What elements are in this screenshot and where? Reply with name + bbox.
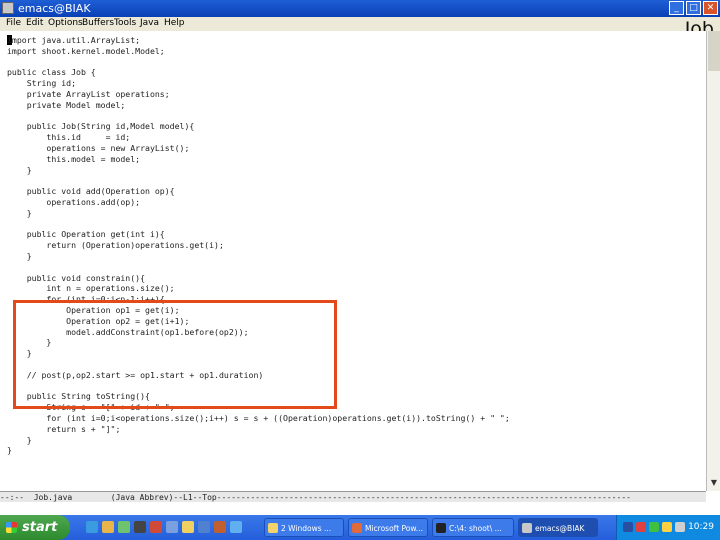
code-line: } bbox=[7, 207, 32, 218]
system-tray: 10:29 bbox=[616, 515, 720, 540]
window-title: emacs@BIAK bbox=[18, 2, 91, 15]
taskbar-item-windows[interactable]: 2 Windows ... bbox=[264, 518, 344, 537]
menu-java[interactable]: Java bbox=[140, 18, 159, 28]
app-quicklaunch-icon[interactable] bbox=[150, 521, 162, 533]
menu-tools[interactable]: Tools bbox=[114, 18, 136, 28]
code-line: String id; bbox=[7, 78, 77, 89]
minibuffer[interactable] bbox=[0, 502, 720, 514]
menu-buffers[interactable]: Buffers bbox=[82, 18, 114, 28]
menu-options[interactable]: Options bbox=[48, 18, 83, 28]
console-icon bbox=[436, 523, 446, 533]
close-button[interactable]: ✕ bbox=[703, 1, 718, 15]
code-line: public Job(String id,Model model){ bbox=[7, 121, 195, 132]
code-line: import shoot.kernel.model.Model; bbox=[7, 45, 165, 56]
tray-icon[interactable] bbox=[623, 522, 633, 532]
start-label: start bbox=[22, 520, 58, 535]
taskbar-item-shoot[interactable]: C:\4: shoot\ ... bbox=[432, 518, 514, 537]
explorer-quicklaunch-icon[interactable] bbox=[102, 521, 114, 533]
menu-bar: File Edit Options Buffers Tools Java Hel… bbox=[0, 17, 720, 31]
maximize-button[interactable]: □ bbox=[686, 1, 701, 15]
speaker-icon[interactable] bbox=[675, 522, 685, 532]
code-editor[interactable]: import java.util.ArrayList; import shoot.… bbox=[0, 31, 706, 491]
window-titlebar[interactable]: emacs@BIAK _ □ ✕ bbox=[0, 0, 720, 17]
windows-logo-icon bbox=[6, 522, 17, 533]
start-button[interactable]: start bbox=[0, 515, 70, 540]
code-line: public Operation get(int i){ bbox=[7, 229, 165, 240]
emacs-app-icon[interactable] bbox=[2, 2, 14, 14]
folder-icon bbox=[268, 523, 278, 533]
terminal-quicklaunch-icon[interactable] bbox=[134, 521, 146, 533]
notes-quicklaunch-icon[interactable] bbox=[182, 521, 194, 533]
code-line: public void add(Operation op){ bbox=[7, 186, 175, 197]
vertical-scrollbar[interactable]: ▼ bbox=[706, 31, 720, 491]
word-quicklaunch-icon[interactable] bbox=[198, 521, 210, 533]
tray-icon[interactable] bbox=[662, 522, 672, 532]
scrollbar-thumb[interactable] bbox=[708, 31, 720, 71]
code-line: operations = new ArrayList(); bbox=[7, 143, 190, 153]
clock: 10:29 bbox=[688, 522, 714, 532]
code-line: } bbox=[7, 251, 32, 261]
code-line: operations.add(op); bbox=[7, 197, 141, 207]
ie-quicklaunch-icon[interactable] bbox=[86, 521, 98, 533]
tray-icon[interactable] bbox=[636, 522, 646, 532]
code-line: return (Operation)operations.get(i); bbox=[7, 240, 224, 251]
outlook-quicklaunch-icon[interactable] bbox=[230, 521, 242, 533]
code-line: public void constrain(){ bbox=[7, 272, 146, 283]
code-line: import java.util.ArrayList; bbox=[7, 35, 141, 45]
windows-taskbar: start 2 Windows ... Microsoft Pow... C:\… bbox=[0, 515, 720, 540]
code-line: int n = operations.size(); bbox=[7, 283, 175, 294]
code-line: return s + "]"; bbox=[7, 423, 121, 434]
tray-icon[interactable] bbox=[649, 522, 659, 532]
code-line: this.id = id; bbox=[7, 132, 131, 143]
desktop-quicklaunch-icon[interactable] bbox=[118, 521, 130, 533]
folder-quicklaunch-icon[interactable] bbox=[166, 521, 178, 533]
menu-help[interactable]: Help bbox=[164, 18, 185, 28]
powerpoint-quicklaunch-icon[interactable] bbox=[214, 521, 226, 533]
taskbar-item-emacs[interactable]: emacs@BIAK bbox=[518, 518, 598, 537]
code-line: private Model model; bbox=[7, 99, 126, 110]
menu-edit[interactable]: Edit bbox=[26, 18, 43, 28]
code-line: public class Job { bbox=[7, 67, 96, 78]
emacs-icon bbox=[522, 523, 532, 533]
code-line: } bbox=[7, 445, 12, 456]
code-line: this.model = model; bbox=[7, 153, 141, 164]
taskbar-item-powerpoint[interactable]: Microsoft Pow... bbox=[348, 518, 428, 537]
code-line: } bbox=[7, 164, 32, 175]
code-line: for (int i=0;i<operations.size();i++) s … bbox=[7, 413, 510, 423]
code-line: private ArrayList operations; bbox=[7, 89, 170, 99]
menu-file[interactable]: File bbox=[6, 18, 21, 28]
minimize-button[interactable]: _ bbox=[669, 1, 684, 15]
scroll-down-arrow-icon[interactable]: ▼ bbox=[708, 477, 720, 489]
constrain-method-highlight bbox=[13, 300, 337, 409]
code-line: } bbox=[7, 434, 32, 445]
powerpoint-icon bbox=[352, 523, 362, 533]
